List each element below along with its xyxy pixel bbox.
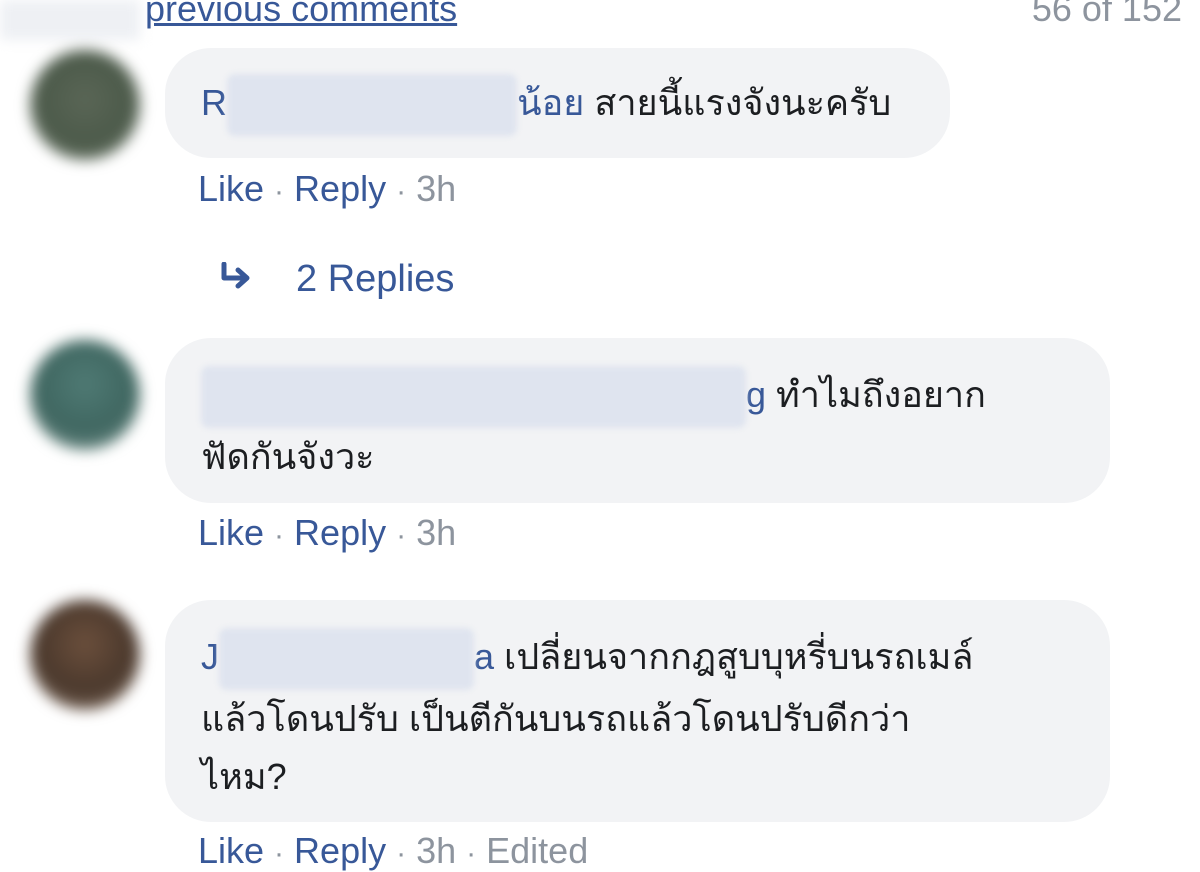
commenter-name[interactable]: Ja — [201, 628, 494, 691]
comment-actions: Like · Reply · 3h — [198, 512, 456, 554]
like-button[interactable]: Like — [198, 830, 264, 871]
avatar-placeholder — [0, 0, 140, 40]
redacted-name-blur — [201, 366, 746, 429]
comment-timestamp[interactable]: 3h — [416, 830, 456, 871]
separator: · — [274, 837, 285, 870]
like-button[interactable]: Like — [198, 512, 264, 553]
comment-text: สายนี้แรงจังนะครับ — [594, 82, 892, 123]
reply-arrow-icon — [218, 259, 254, 302]
comment-timestamp[interactable]: 3h — [416, 512, 456, 553]
view-previous-comments-link[interactable]: previous comments — [145, 0, 457, 30]
separator: · — [396, 837, 407, 870]
reply-button[interactable]: Reply — [294, 512, 386, 553]
view-replies-link[interactable]: 2 Replies — [218, 258, 454, 302]
avatar[interactable] — [30, 600, 140, 710]
commenter-name[interactable]: g — [201, 366, 766, 429]
comment-text: ไหม? — [201, 756, 287, 798]
comment-line: g ทำไมถึงอยาก — [201, 366, 1076, 429]
commenter-name[interactable]: R น้อย — [201, 74, 584, 137]
comment-text: ฟัดกันจังวะ — [201, 436, 375, 478]
redacted-name-blur — [227, 74, 517, 137]
like-button[interactable]: Like — [198, 168, 264, 209]
avatar[interactable] — [30, 50, 140, 160]
comment-bubble: Ja เปลี่ยนจากกฎสูบบุหรี่บนรถเมล์ แล้วโดน… — [165, 600, 1110, 822]
separator: · — [396, 519, 407, 552]
comment-line: Ja เปลี่ยนจากกฎสูบบุหรี่บนรถเมล์ — [201, 628, 1076, 691]
comment-actions: Like · Reply · 3h — [198, 168, 456, 210]
replies-count-label[interactable]: 2 Replies — [296, 258, 454, 300]
separator: · — [396, 175, 407, 208]
separator: · — [274, 519, 285, 552]
reply-button[interactable]: Reply — [294, 830, 386, 871]
comment-text: เปลี่ยนจากกฎสูบบุหรี่บนรถเมล์ — [504, 636, 974, 677]
comment-actions: Like · Reply · 3h · Edited — [198, 830, 588, 872]
separator: · — [274, 175, 285, 208]
comment-count: 56 of 152 — [1031, 0, 1182, 29]
comment-bubble: g ทำไมถึงอยาก ฟัดกันจังวะ — [165, 338, 1110, 503]
comment-bubble: R น้อย สายนี้แรงจังนะครับ — [165, 48, 950, 158]
comment-text: ทำไมถึงอยาก — [776, 374, 986, 415]
comments-panel: previous comments 56 of 152 R น้อย สายนี้… — [0, 0, 1200, 872]
avatar[interactable] — [30, 340, 140, 450]
redacted-name-blur — [219, 628, 474, 691]
separator: · — [466, 837, 477, 870]
edited-label[interactable]: Edited — [486, 830, 588, 871]
comment-text: แล้วโดนปรับ เป็นตีกันบนรถแล้วโดนปรับดีกว… — [201, 698, 911, 740]
reply-button[interactable]: Reply — [294, 168, 386, 209]
comment-timestamp[interactable]: 3h — [416, 168, 456, 209]
